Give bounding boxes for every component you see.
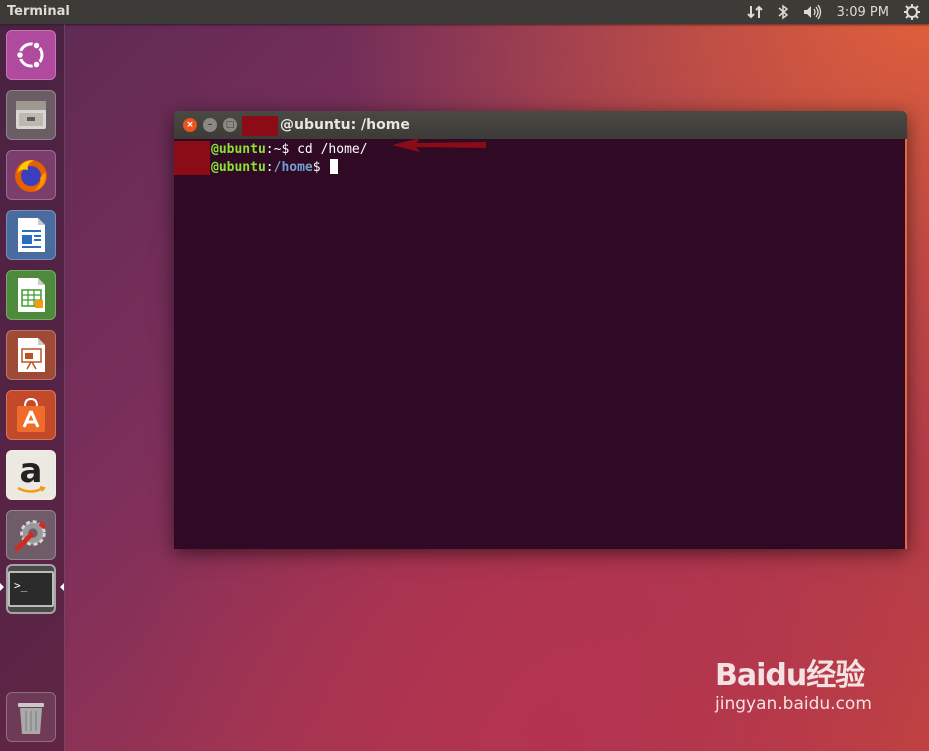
maximize-button[interactable]: □: [223, 118, 237, 132]
watermark-url: jingyan.baidu.com: [715, 694, 872, 714]
settings-wrench-icon: [12, 516, 50, 554]
clock[interactable]: 3:09 PM: [837, 5, 889, 20]
launcher: a >_: [0, 24, 65, 751]
launcher-item-libreoffice-impress[interactable]: [6, 330, 56, 380]
writer-icon: [12, 216, 50, 254]
watermark: Baidu经验 jingyan.baidu.com: [715, 650, 872, 714]
software-bag-icon: [12, 396, 50, 434]
text-cursor: [330, 159, 339, 174]
launcher-item-system-settings[interactable]: [6, 510, 56, 560]
terminal-icon: >_: [8, 571, 54, 607]
amazon-icon: a: [12, 451, 50, 494]
terminal-window[interactable]: × – □ @ubuntu: /home @ubuntu:~$ cd /home…: [174, 111, 907, 549]
trash-icon: [12, 698, 50, 736]
terminal-content[interactable]: @ubuntu:~$ cd /home/ @ubuntu:/home$: [174, 139, 907, 549]
close-button[interactable]: ×: [183, 118, 197, 132]
terminal-prompt-glyph: >_: [14, 579, 28, 592]
minimize-button[interactable]: –: [203, 118, 217, 132]
launcher-item-libreoffice-writer[interactable]: [6, 210, 56, 260]
annotation-arrow: [392, 138, 486, 152]
speaker-icon[interactable]: [803, 4, 823, 20]
launcher-item-ubuntu-software[interactable]: [6, 390, 56, 440]
impress-icon: [12, 336, 50, 374]
bluetooth-icon[interactable]: [777, 4, 789, 20]
app-title: Terminal: [7, 4, 70, 19]
terminal-line: @ubuntu:/home$: [211, 159, 339, 175]
launcher-item-firefox[interactable]: [6, 150, 56, 200]
network-arrows-icon[interactable]: [746, 4, 763, 20]
indicator-area: 3:09 PM: [746, 0, 929, 24]
window-titlebar[interactable]: × – □ @ubuntu: /home: [174, 111, 907, 139]
launcher-item-ubuntu-dash[interactable]: [6, 30, 56, 80]
firefox-icon: [12, 156, 50, 194]
redacted-username: [174, 141, 210, 175]
launcher-item-terminal[interactable]: >_: [6, 564, 56, 614]
file-cabinet-icon: [12, 96, 50, 134]
redacted-username: [242, 116, 278, 136]
active-indicator-left: [0, 583, 4, 591]
watermark-logo: Baidu经验: [715, 658, 865, 693]
terminal-line: @ubuntu:~$ cd /home/: [211, 142, 368, 157]
window-title: @ubuntu: /home: [280, 117, 410, 133]
launcher-item-files[interactable]: [6, 90, 56, 140]
top-panel: Terminal 3:09 PM: [0, 0, 929, 24]
ubuntu-logo-icon: [12, 36, 50, 74]
calc-icon: [12, 276, 50, 314]
active-indicator-right: [60, 583, 64, 591]
amazon-letter: a: [19, 451, 43, 491]
launcher-item-libreoffice-calc[interactable]: [6, 270, 56, 320]
gear-power-icon[interactable]: [903, 3, 921, 21]
launcher-item-trash[interactable]: [6, 692, 56, 742]
launcher-item-amazon[interactable]: a: [6, 450, 56, 500]
